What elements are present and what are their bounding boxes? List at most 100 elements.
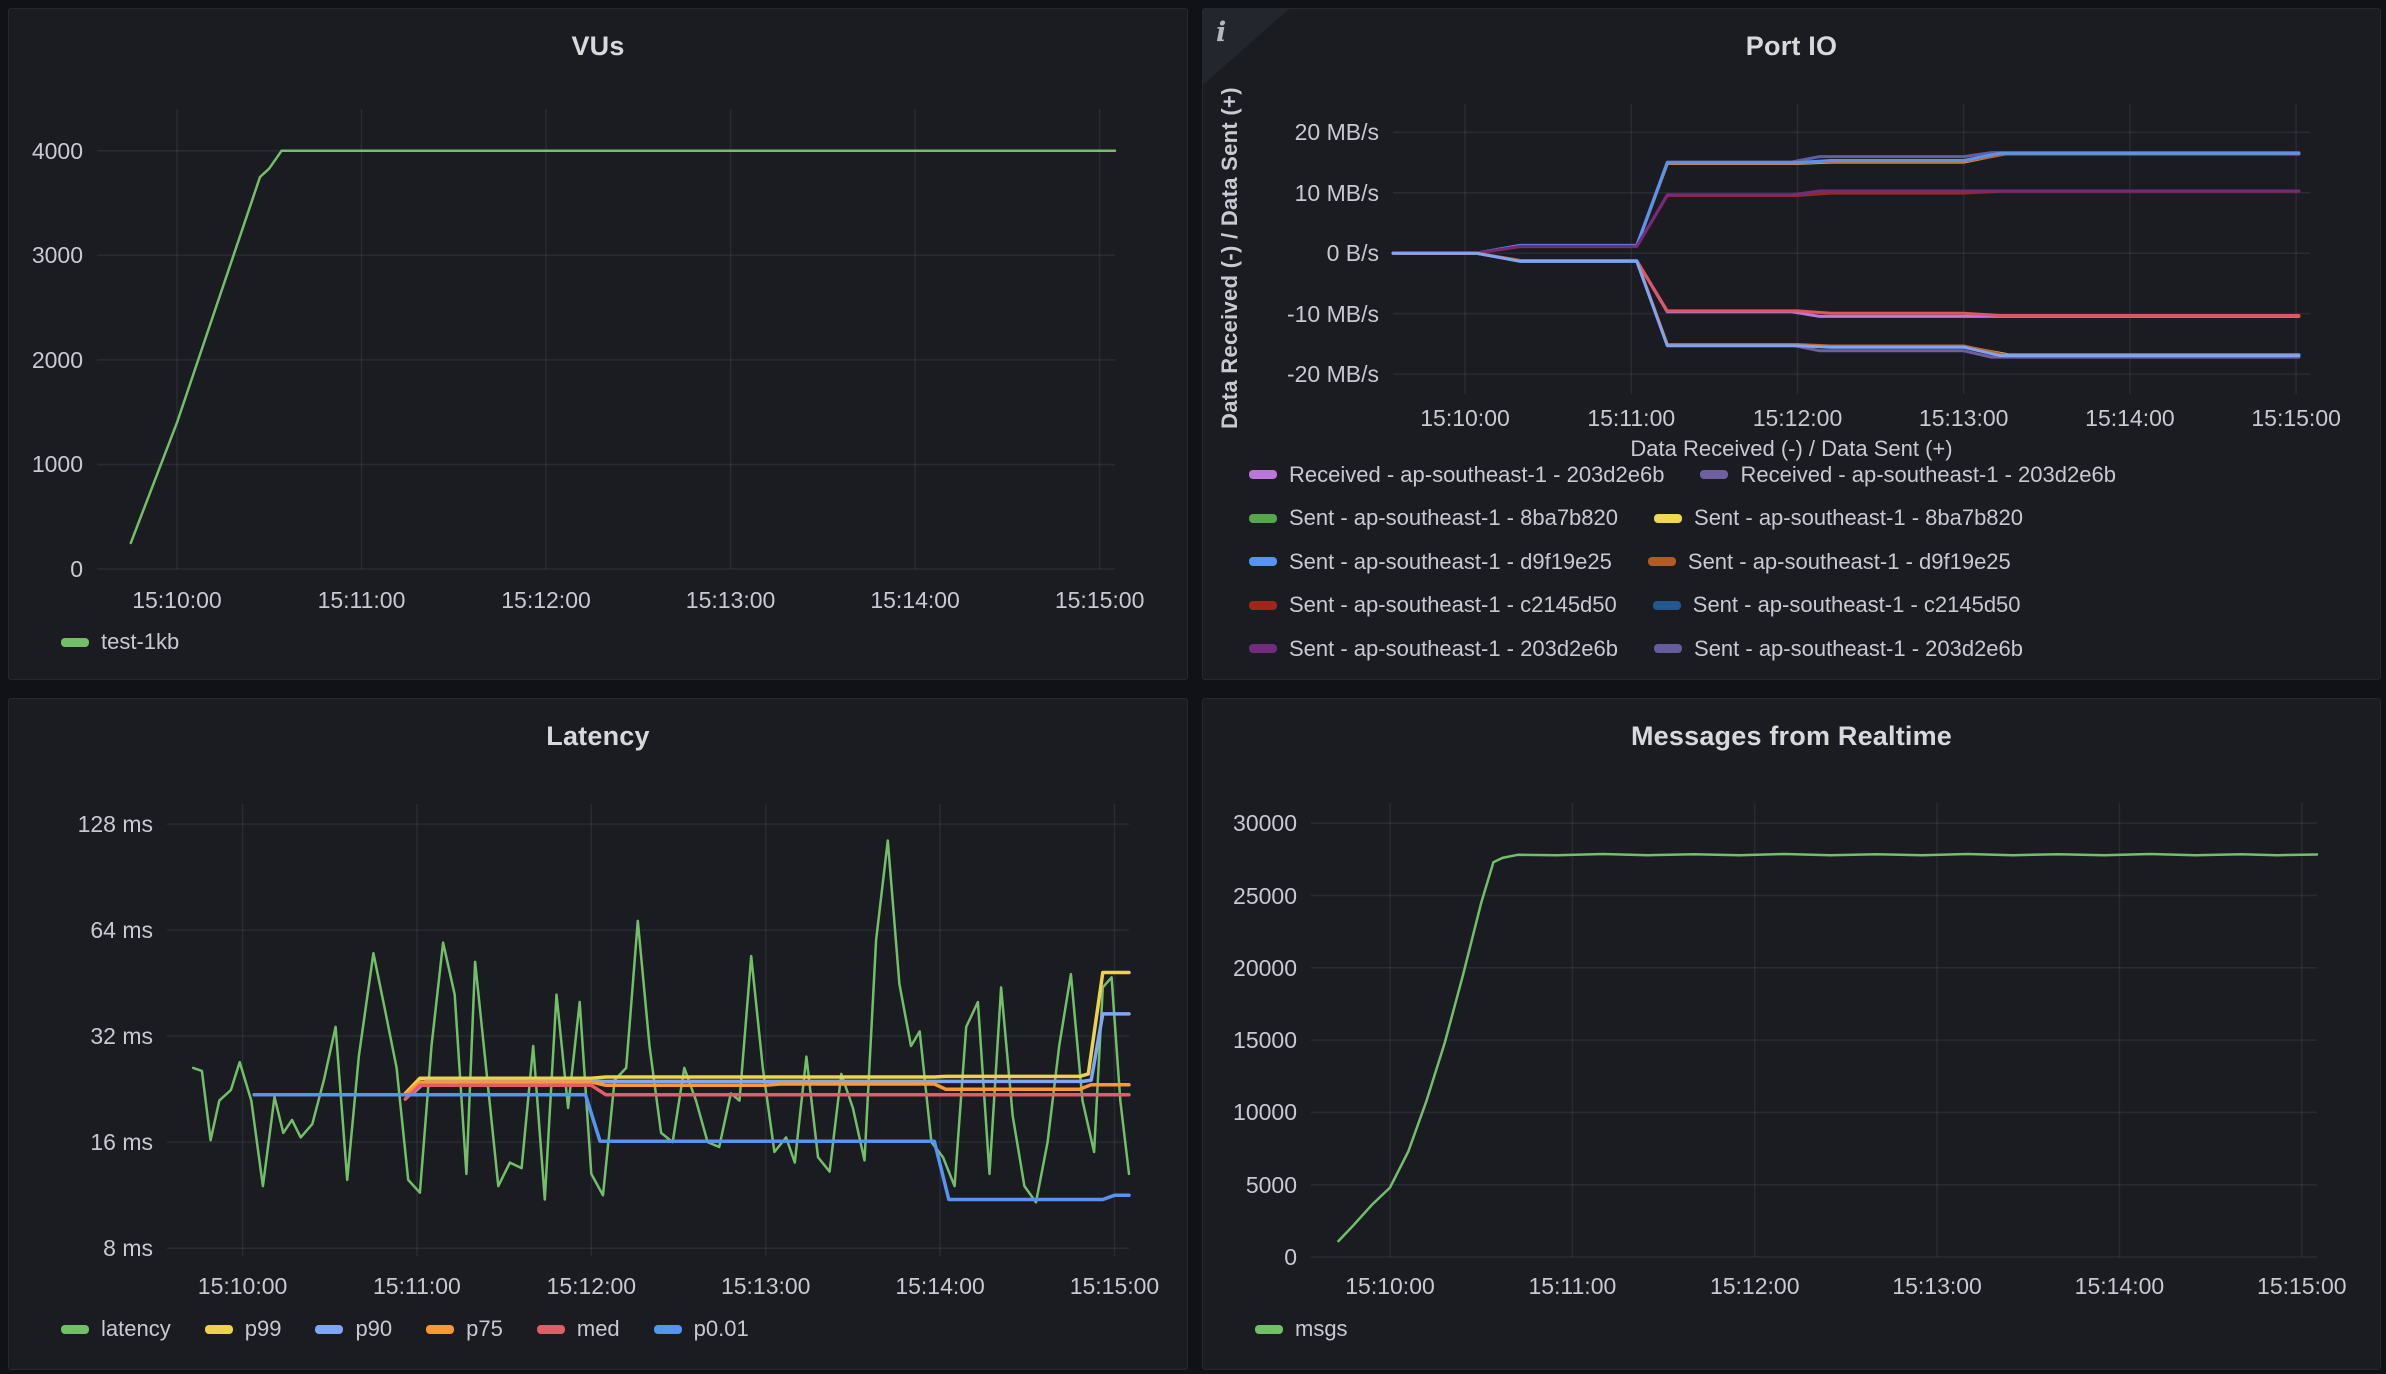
- legend-item[interactable]: msgs: [1255, 1316, 1348, 1342]
- y-tick-label: 15000: [1203, 1027, 1297, 1053]
- x-tick-label: 15:15:00: [1030, 585, 1170, 615]
- legend-item[interactable]: Sent - ap-southeast-1 - d9f19e25: [1249, 549, 1612, 575]
- x-tick-label: 15:10:00: [173, 1271, 313, 1301]
- legend-label: p99: [245, 1316, 282, 1342]
- legend-label: p0.01: [694, 1316, 749, 1342]
- y-tick-label: 0 B/s: [1203, 240, 1379, 266]
- legend-item[interactable]: Sent - ap-southeast-1 - 8ba7b820: [1654, 505, 2023, 531]
- legend-item[interactable]: p75: [426, 1316, 503, 1342]
- x-tick-label: 15:10:00: [1395, 403, 1535, 433]
- legend-item[interactable]: p0.01: [654, 1316, 749, 1342]
- legend-swatch-icon: [1648, 557, 1676, 566]
- legend-label: p90: [355, 1316, 392, 1342]
- series-latency: [193, 841, 1129, 1203]
- x-tick-label: 15:13:00: [1867, 1271, 2007, 1301]
- legend-item[interactable]: Sent - ap-southeast-1 - 203d2e6b: [1249, 636, 1618, 662]
- panel-latency: Latency latencyp99p90p75medp0.01 8 ms16 …: [8, 698, 1188, 1370]
- port-io-x-axis-label: Data Received (-) / Data Sent (+): [1203, 436, 2380, 462]
- legend-swatch-icon: [1654, 644, 1682, 653]
- y-tick-label: 10 MB/s: [1203, 180, 1379, 206]
- legend-label: p75: [466, 1316, 503, 1342]
- legend-swatch-icon: [1700, 470, 1728, 479]
- x-tick-label: 15:14:00: [870, 1271, 1010, 1301]
- legend-item[interactable]: p90: [315, 1316, 392, 1342]
- y-tick-label: 32 ms: [9, 1023, 153, 1049]
- y-tick-label: 64 ms: [9, 917, 153, 943]
- legend-item[interactable]: latency: [61, 1316, 171, 1342]
- series-Sent - ap-southeast-1 - c2145d50: [1393, 153, 2299, 253]
- x-tick-label: 15:14:00: [845, 585, 985, 615]
- legend-label: msgs: [1295, 1316, 1348, 1342]
- legend-label: Received - ap-southeast-1 - 203d2e6b: [1289, 462, 1664, 488]
- legend-swatch-icon: [1249, 601, 1277, 610]
- x-tick-label: 15:14:00: [2060, 403, 2200, 433]
- legend-row: Sent - ap-southeast-1 - 8ba7b820 Sent - a…: [1249, 497, 2364, 541]
- legend-swatch-icon: [537, 1325, 565, 1334]
- legend-label: Sent - ap-southeast-1 - d9f19e25: [1289, 549, 1612, 575]
- y-tick-label: 8 ms: [9, 1235, 153, 1261]
- legend-swatch-icon: [426, 1325, 454, 1334]
- x-tick-label: 15:13:00: [661, 585, 801, 615]
- series-Sent - ap-southeast-1 - d9f19e25: [1393, 154, 2299, 253]
- messages-chart-area[interactable]: [1311, 803, 2317, 1257]
- legend-item[interactable]: test-1kb: [61, 629, 179, 655]
- y-tick-label: 1000: [9, 451, 83, 477]
- x-tick-label: 15:14:00: [2049, 1271, 2189, 1301]
- legend-item[interactable]: Sent - ap-southeast-1 - 8ba7b820: [1249, 505, 1618, 531]
- series-Received - ap-southeast-1 - d9f19e25: [1393, 253, 2299, 355]
- x-tick-label: 15:11:00: [1502, 1271, 1642, 1301]
- y-tick-label: 0: [1203, 1244, 1297, 1270]
- legend-swatch-icon: [654, 1325, 682, 1334]
- x-tick-label: 15:10:00: [1320, 1271, 1460, 1301]
- legend-item[interactable]: p99: [205, 1316, 282, 1342]
- legend-item[interactable]: Sent - ap-southeast-1 - d9f19e25: [1648, 549, 2011, 575]
- series-Sent - ap-southeast-1 - 8ba7b820: [1393, 154, 2299, 254]
- x-tick-label: 15:11:00: [291, 585, 431, 615]
- legend-item[interactable]: Received - ap-southeast-1 - 203d2e6b: [1700, 462, 2115, 488]
- x-tick-label: 15:13:00: [696, 1271, 836, 1301]
- series-Received - ap-southeast-1 - d9f19e25: [1393, 253, 2299, 355]
- series-Received - ap-southeast-1 - 203d2e6b: [1393, 253, 2299, 357]
- messages-plot[interactable]: [1311, 803, 2317, 1257]
- series-Sent - ap-southeast-1 - 203d2e6b: [1393, 191, 2299, 253]
- panel-title-vus[interactable]: VUs: [9, 31, 1187, 62]
- panel-messages: Messages from Realtime msgs 050001000015…: [1202, 698, 2381, 1370]
- legend-label: Sent - ap-southeast-1 - d9f19e25: [1688, 549, 2011, 575]
- legend-item[interactable]: Sent - ap-southeast-1 - 203d2e6b: [1654, 636, 2023, 662]
- y-tick-label: 25000: [1203, 883, 1297, 909]
- legend-item[interactable]: Received - ap-southeast-1 - 203d2e6b: [1249, 462, 1664, 488]
- legend-item[interactable]: Sent - ap-southeast-1 - c2145d50: [1653, 592, 2021, 618]
- panel-title-port-io[interactable]: Port IO: [1203, 31, 2380, 62]
- vus-chart-area[interactable]: [97, 109, 1115, 569]
- series-Sent - ap-southeast-1 - 203d2e6b: [1393, 153, 2299, 254]
- legend-label: Sent - ap-southeast-1 - 203d2e6b: [1289, 636, 1618, 662]
- legend-label: Sent - ap-southeast-1 - 8ba7b820: [1289, 505, 1618, 531]
- x-tick-label: 15:12:00: [476, 585, 616, 615]
- y-tick-label: 20000: [1203, 955, 1297, 981]
- legend-label: Sent - ap-southeast-1 - 8ba7b820: [1694, 505, 2023, 531]
- port_io-plot[interactable]: [1393, 104, 2310, 394]
- messages-legend: msgs: [1255, 1312, 1348, 1346]
- panel-title-messages[interactable]: Messages from Realtime: [1203, 721, 2380, 752]
- series-Received - ap-southeast-1 - 8ba7b820: [1393, 253, 2299, 355]
- legend-row: Sent - ap-southeast-1 - c2145d50 Sent - a…: [1249, 584, 2364, 628]
- latency-chart-area[interactable]: [167, 804, 1129, 1256]
- x-tick-label: 15:15:00: [2232, 1271, 2372, 1301]
- series-Sent - ap-southeast-1 - d9f19e25: [1393, 153, 2299, 253]
- legend-item[interactable]: med: [537, 1316, 620, 1342]
- x-tick-label: 15:15:00: [1044, 1271, 1184, 1301]
- panel-title-latency[interactable]: Latency: [9, 721, 1187, 752]
- legend-swatch-icon: [1654, 514, 1682, 523]
- latency-plot[interactable]: [167, 804, 1129, 1256]
- legend-item[interactable]: Sent - ap-southeast-1 - c2145d50: [1249, 592, 1617, 618]
- legend-swatch-icon: [315, 1325, 343, 1334]
- port-io-chart-area[interactable]: [1393, 104, 2310, 394]
- legend-label: med: [577, 1316, 620, 1342]
- y-tick-label: 4000: [9, 138, 83, 164]
- legend-swatch-icon: [1255, 1325, 1283, 1334]
- y-tick-label: 10000: [1203, 1099, 1297, 1125]
- x-tick-label: 15:15:00: [2226, 403, 2366, 433]
- vus-plot[interactable]: [97, 109, 1115, 569]
- y-tick-label: 30000: [1203, 810, 1297, 836]
- series-msgs: [1338, 854, 2317, 1241]
